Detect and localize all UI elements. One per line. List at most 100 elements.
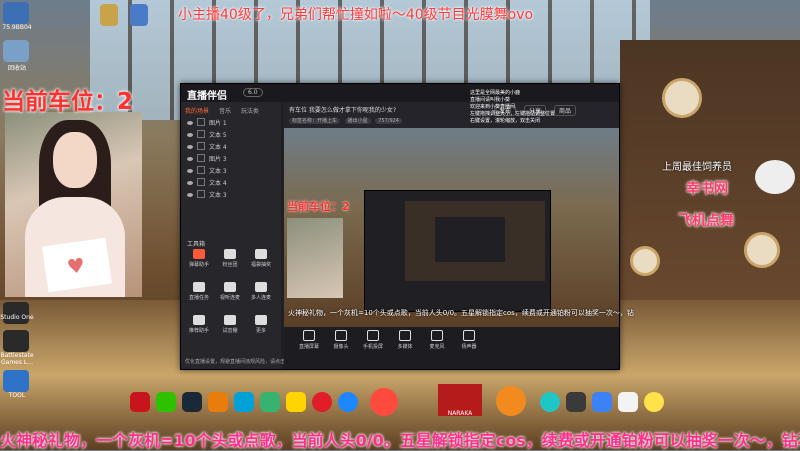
media-source-button[interactable]: 多媒体 bbox=[390, 330, 420, 350]
tool-recommend[interactable]: 推荐助手 bbox=[185, 315, 213, 341]
clock-decoration bbox=[662, 78, 702, 118]
recommend-icon bbox=[193, 315, 205, 325]
toolbox-header: 工具箱 bbox=[187, 241, 206, 248]
version-badge: 6.0 bbox=[243, 88, 263, 97]
speaker-button[interactable]: 扬声器 bbox=[454, 330, 484, 350]
eye-icon[interactable] bbox=[187, 145, 193, 149]
tool-label: 弹幕助手 bbox=[188, 262, 209, 268]
netease-icon[interactable] bbox=[130, 392, 150, 412]
chat-overlay: 这里是全网最美的小鹿 直播间请叫我小葵 欢迎来到小葵直播间 左键拖拽调整大小，左… bbox=[470, 90, 598, 125]
eye-icon[interactable] bbox=[187, 193, 193, 197]
app-title: 直播伴侣 bbox=[187, 91, 227, 102]
bilibili-icon[interactable] bbox=[234, 392, 254, 412]
tool-label: 福袋抽奖 bbox=[250, 262, 271, 268]
preview-car-text: 当前车位：2 bbox=[287, 200, 350, 213]
more-icon bbox=[255, 315, 267, 325]
tab-scenes[interactable]: 我的场景 bbox=[185, 108, 209, 115]
obs-icon[interactable] bbox=[540, 392, 560, 412]
tool-more[interactable]: 更多 bbox=[247, 315, 275, 341]
scene-item[interactable]: 文本 4 bbox=[187, 142, 277, 152]
camera-source-button[interactable]: 摄像头 bbox=[326, 330, 356, 350]
scene-label: 文本 5 bbox=[209, 132, 227, 139]
week-label: 上周最佳饲养员 bbox=[662, 162, 732, 173]
battlestate-icon[interactable] bbox=[3, 330, 29, 352]
wechat-icon[interactable] bbox=[156, 392, 176, 412]
preview-webcam bbox=[287, 218, 343, 298]
cat-sticker-icon bbox=[755, 160, 795, 194]
desktop-icon[interactable] bbox=[3, 2, 29, 24]
screen-source-button[interactable]: 直播屏幕 bbox=[294, 330, 324, 350]
kugou-icon[interactable] bbox=[338, 392, 358, 412]
scene-item[interactable]: 文本 3 bbox=[187, 166, 277, 176]
chat-line: 左键拖拽调整大小，左键拖动调整位置 bbox=[470, 111, 556, 117]
naraka-icon[interactable]: NARAKA bbox=[438, 384, 482, 417]
eye-icon[interactable] bbox=[187, 121, 193, 125]
tool-video-link[interactable]: 视听连麦 bbox=[216, 282, 244, 308]
media-icon bbox=[399, 330, 411, 341]
desktop-icon-label: Studio One bbox=[0, 314, 34, 321]
scene-label: 文本 4 bbox=[209, 180, 227, 187]
scene-item[interactable]: 文本 5 bbox=[187, 130, 277, 140]
sogou-icon[interactable] bbox=[618, 392, 638, 412]
tool-label: 粉丝团 bbox=[222, 262, 238, 268]
tool-studio[interactable]: 试音棚 bbox=[216, 315, 244, 341]
desktop-icon-label: 75.9BB04 bbox=[2, 24, 32, 31]
tool-label: 推荐助手 bbox=[188, 328, 209, 334]
lottery-icon bbox=[255, 249, 267, 259]
game-icon[interactable] bbox=[592, 392, 612, 412]
control-label: 手机投屏 bbox=[362, 344, 383, 350]
eye-icon[interactable] bbox=[187, 157, 193, 161]
bird-icon[interactable] bbox=[370, 388, 398, 416]
scene-label: 文本 4 bbox=[209, 144, 227, 151]
tool-label: 多人连麦 bbox=[250, 295, 271, 301]
recycle-bin-icon[interactable] bbox=[3, 40, 29, 62]
scene-item[interactable]: 文本 3 bbox=[187, 190, 277, 200]
eye-icon[interactable] bbox=[187, 169, 193, 173]
text-icon bbox=[197, 130, 205, 138]
ring-icon[interactable] bbox=[644, 392, 664, 412]
camera-icon bbox=[335, 330, 347, 341]
steam-icon[interactable] bbox=[182, 392, 202, 412]
nut-icon[interactable] bbox=[260, 392, 280, 412]
text-icon bbox=[197, 178, 205, 186]
kook-icon[interactable] bbox=[566, 392, 586, 412]
phone-cast-button[interactable]: 手机投屏 bbox=[358, 330, 388, 350]
tool-fans[interactable]: 粉丝团 bbox=[216, 249, 244, 275]
tool-icon[interactable] bbox=[3, 370, 29, 392]
netease-music-icon[interactable] bbox=[312, 392, 332, 412]
nested-preview bbox=[405, 201, 545, 281]
studio-icon bbox=[224, 315, 236, 325]
chat-line: 直播间请叫我小葵 bbox=[470, 97, 511, 103]
tag[interactable]: 标签名称：开播上车 bbox=[289, 118, 341, 124]
clock-decoration bbox=[744, 232, 780, 268]
desktop-icon[interactable] bbox=[100, 4, 118, 26]
tool-danmaku[interactable]: 弹幕助手 bbox=[185, 249, 213, 275]
right-overlay-line2: 飞机点舞 bbox=[678, 213, 734, 229]
scene-item[interactable]: 图片 1 bbox=[187, 118, 277, 128]
nested-window bbox=[364, 190, 551, 312]
cartoon-icon[interactable] bbox=[286, 392, 306, 412]
tool-lottery[interactable]: 福袋抽奖 bbox=[247, 249, 275, 275]
phone-icon bbox=[367, 330, 379, 341]
stream-tags: 标签名称：开播上车 播出小屋 757/924 bbox=[289, 117, 405, 124]
multi-link-icon bbox=[255, 282, 267, 292]
desktop-icon[interactable] bbox=[130, 4, 148, 26]
scene-item[interactable]: 文本 4 bbox=[187, 178, 277, 188]
tool-tasks[interactable]: 直播任务 bbox=[185, 282, 213, 308]
clock-decoration bbox=[630, 246, 660, 276]
image-icon bbox=[197, 118, 205, 126]
stream-title: 有车位 我要怎么做才拿下你呢我的少女? bbox=[289, 107, 397, 114]
tab-music[interactable]: 音乐 bbox=[219, 108, 231, 115]
tag[interactable]: 播出小屋 bbox=[344, 118, 371, 124]
webcam-feed: ♥ bbox=[5, 112, 142, 297]
blender-icon[interactable] bbox=[208, 392, 228, 412]
tab-play[interactable]: 玩法类 bbox=[241, 108, 259, 115]
orange-app-icon[interactable] bbox=[496, 386, 526, 416]
eye-icon[interactable] bbox=[187, 181, 193, 185]
eye-icon[interactable] bbox=[187, 133, 193, 137]
scene-item[interactable]: 图片 3 bbox=[187, 154, 277, 164]
tool-label: 更多 bbox=[255, 328, 266, 334]
tool-multi-link[interactable]: 多人连麦 bbox=[247, 282, 275, 308]
video-link-icon bbox=[224, 282, 236, 292]
mic-button[interactable]: 麦克风 bbox=[422, 330, 452, 350]
